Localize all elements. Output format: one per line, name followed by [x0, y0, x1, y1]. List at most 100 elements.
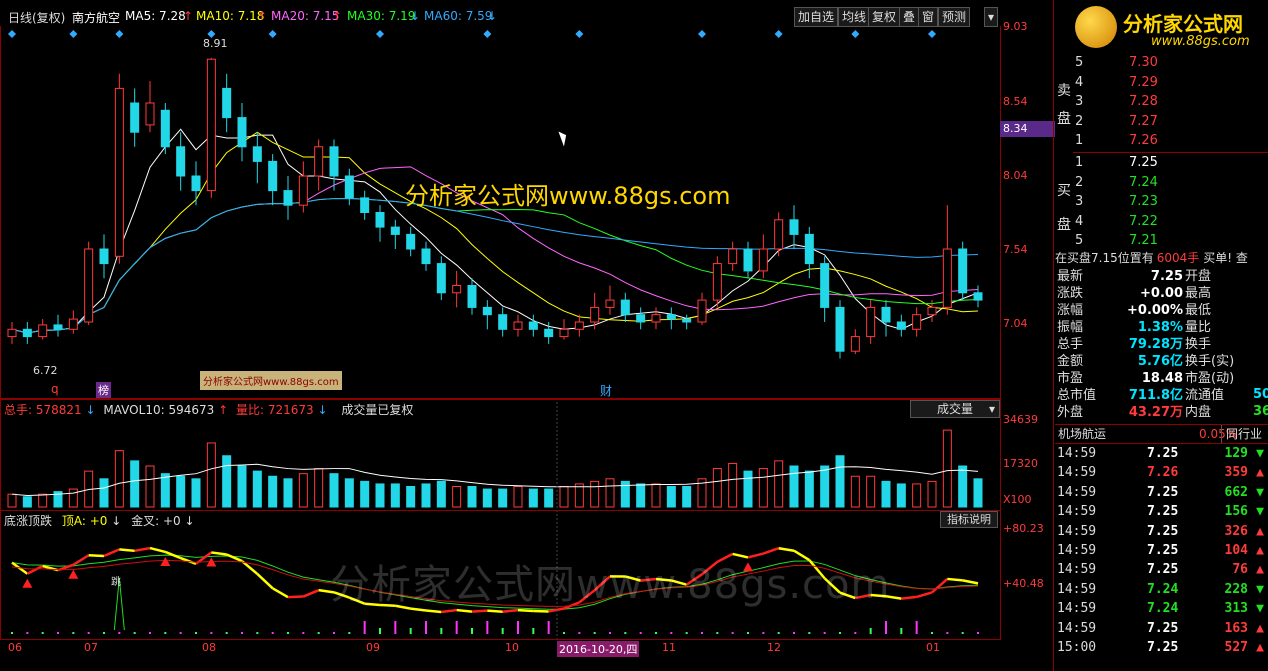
volume-ratio-arrow-icon: ↓	[317, 403, 328, 417]
tick-row[interactable]: 14:59 7.26 359 ▲	[1055, 463, 1268, 482]
sell-price: 7.26	[1129, 133, 1158, 148]
tick-volume: 527	[1224, 640, 1248, 655]
quote-row: 涨跌 +0.00 最高	[1055, 285, 1268, 302]
tick-volume: 163	[1224, 620, 1248, 636]
sell-row[interactable]: 3 7.28	[1073, 92, 1263, 111]
x-axis-label: 06	[8, 641, 22, 654]
buy-price: 7.22	[1129, 213, 1158, 229]
overlay-button[interactable]: 叠	[899, 7, 920, 27]
ma20-value: MA20: 7.15	[271, 9, 340, 23]
quote-value: 79.28万	[1128, 337, 1183, 352]
x-axis-label: 10	[505, 641, 519, 654]
tick-time: 14:59	[1057, 562, 1097, 578]
sell-label-char: 卖	[1057, 83, 1071, 99]
sell-row[interactable]: 1 7.26	[1073, 131, 1263, 150]
event-mark-cai[interactable]: 财	[600, 382, 612, 399]
tick-price: 7.25	[1147, 543, 1179, 558]
tick-list[interactable]: 14:59 7.25 129 ▼ 14:59 7.26 359 ▲ 14:59 7.25 662 ▼ 1…	[1055, 444, 1268, 664]
buy-level: 3	[1075, 194, 1084, 209]
quote-cut-value: 50	[1253, 387, 1268, 402]
price-tick: 7.54	[1003, 243, 1028, 256]
tiao-label: 跳	[111, 577, 121, 588]
tick-time: 14:59	[1057, 543, 1097, 558]
tick-row[interactable]: 14:59 7.25 129 ▼	[1055, 444, 1268, 463]
arrow-up-icon: ▲	[1256, 543, 1264, 558]
indicator-header: 底涨顶跌 顶A: +0 ↓ 金叉: +0 ↓	[4, 512, 195, 529]
same-industry-button[interactable]: 同行业	[1221, 425, 1266, 443]
quote-label: 金额	[1057, 354, 1084, 369]
sector-name[interactable]: 机场航运	[1058, 425, 1106, 443]
center-watermark: 分析家公式网www.88gs.com	[405, 182, 731, 210]
ma30-value: MA30: 7.19	[347, 9, 416, 23]
quote-row: 外盘 43.27万 内盘	[1055, 404, 1268, 421]
arrow-down-icon: ▼	[1256, 601, 1264, 617]
quote-row: 涨幅 +0.00% 最低	[1055, 302, 1268, 319]
forecast-button[interactable]: 预测	[938, 7, 971, 27]
ma-button[interactable]: 均线	[838, 7, 871, 27]
event-mark-q[interactable]: q	[51, 382, 59, 396]
sell-row[interactable]: 5 7.30	[1073, 53, 1263, 72]
tick-row[interactable]: 14:59 7.25 76 ▲	[1055, 560, 1268, 579]
order-status-line[interactable]: 在买盘7.15位置有 6004手 买单! 查	[1055, 250, 1268, 266]
add-watchlist-button[interactable]: 加自选	[794, 7, 839, 27]
sell-level: 2	[1075, 113, 1084, 129]
quote-label: 振幅	[1057, 320, 1084, 335]
buy-label-char: 买	[1057, 183, 1071, 199]
stock-name: 南方航空	[72, 11, 121, 25]
tick-price: 7.24	[1147, 581, 1179, 597]
adjust-button[interactable]: 复权	[868, 7, 901, 27]
tick-row[interactable]: 15:00 7.25 527 ▲	[1055, 638, 1268, 657]
tick-time: 14:59	[1057, 620, 1097, 636]
quote-label-2: 最高	[1185, 286, 1212, 301]
tick-time: 14:59	[1057, 504, 1097, 520]
tick-volume: 76	[1232, 562, 1248, 578]
tick-volume: 326	[1224, 523, 1248, 539]
quote-value: +0.00%	[1127, 303, 1183, 318]
buy-row[interactable]: 5 7.21	[1073, 231, 1263, 250]
window-button[interactable]: 窗	[918, 7, 939, 27]
volume-scale-tick: 34639	[1003, 413, 1038, 426]
sell-row[interactable]: 4 7.29	[1073, 73, 1263, 92]
tick-time: 15:00	[1057, 640, 1097, 655]
indicator-b-arrow-icon: ↓	[184, 514, 195, 528]
quote-table: 最新 7.25 开盘 涨跌 +0.00 最高 涨幅 +0.00% 最低 振幅 1.38% 量比 总手 79…	[1055, 268, 1268, 423]
ma60-arrow-icon: ↓	[487, 9, 498, 23]
buy-row[interactable]: 1 7.25	[1073, 153, 1263, 172]
watermark-box: 分析家公式网www.88gs.com	[200, 371, 342, 390]
sell-price: 7.30	[1129, 55, 1158, 70]
tick-time: 14:59	[1057, 523, 1097, 539]
buy-row[interactable]: 2 7.24	[1073, 173, 1263, 192]
sell-price: 7.29	[1129, 74, 1158, 90]
logo-name: 分析家公式网	[1123, 12, 1243, 36]
volume-type-dropdown[interactable]: 成交量 ▾	[910, 400, 1000, 418]
event-mark-bang[interactable]: 榜	[96, 382, 111, 398]
chevron-down-icon[interactable]: ▾	[984, 7, 999, 27]
mavol-value: MAVOL10: 594673	[103, 403, 215, 417]
arrow-up-icon: ▲	[1256, 465, 1264, 481]
logo-globe-icon	[1075, 6, 1117, 48]
sell-level: 4	[1075, 74, 1084, 90]
logo-url: www.88gs.com	[1151, 34, 1250, 49]
tick-volume: 129	[1224, 446, 1248, 461]
tick-row[interactable]: 14:59 7.25 156 ▼	[1055, 502, 1268, 521]
tick-row[interactable]: 14:59 7.25 104 ▲	[1055, 541, 1268, 560]
sell-level: 3	[1075, 94, 1084, 109]
quote-label-2: 换手	[1185, 337, 1212, 352]
tick-price: 7.25	[1147, 484, 1179, 500]
price-tick: 7.04	[1003, 317, 1028, 330]
buy-level: 2	[1075, 174, 1084, 190]
tick-row[interactable]: 14:59 7.25 662 ▼	[1055, 483, 1268, 502]
indicator-help-button[interactable]: 指标说明	[940, 511, 998, 528]
quote-label: 总手	[1057, 337, 1084, 352]
buy-level: 5	[1075, 233, 1084, 248]
tick-row[interactable]: 14:59 7.25 326 ▲	[1055, 522, 1268, 541]
tick-row[interactable]: 14:59 7.25 163 ▲	[1055, 619, 1268, 638]
tick-row[interactable]: 14:59 7.24 313 ▼	[1055, 599, 1268, 618]
sell-row[interactable]: 2 7.27	[1073, 112, 1263, 131]
buy-row[interactable]: 3 7.23	[1073, 192, 1263, 211]
buy-row[interactable]: 4 7.22	[1073, 212, 1263, 231]
ma5-arrow-icon: ↑	[183, 9, 194, 23]
indicator-name[interactable]: 底涨顶跌	[4, 514, 52, 528]
tick-time: 14:59	[1057, 446, 1097, 461]
tick-row[interactable]: 14:59 7.24 228 ▼	[1055, 580, 1268, 599]
